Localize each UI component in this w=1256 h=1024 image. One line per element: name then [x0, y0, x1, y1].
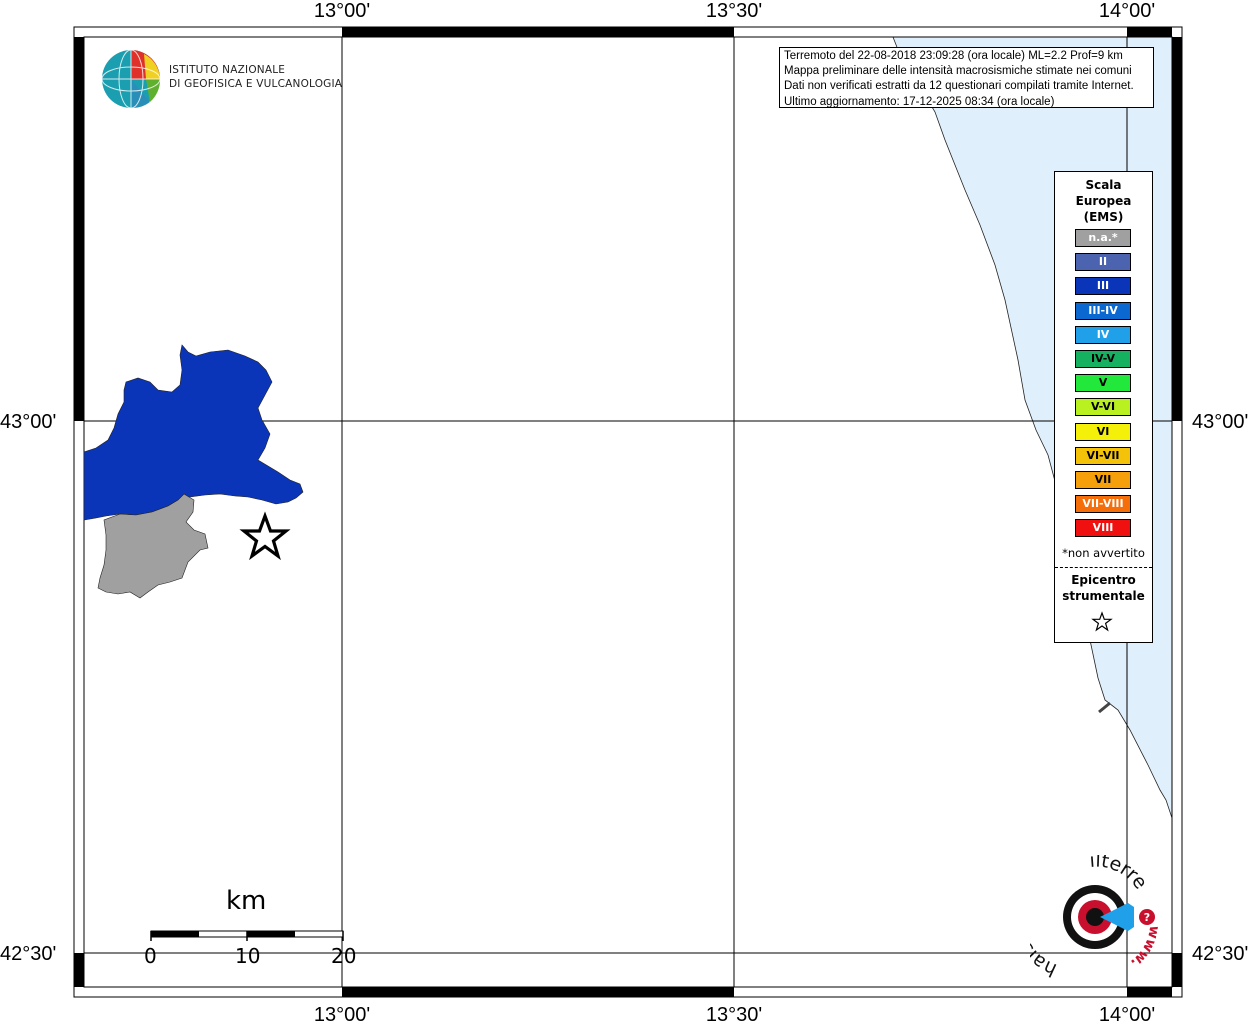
legend-item-v: V [1075, 374, 1131, 393]
legend-item-iii: III [1075, 277, 1131, 296]
event-info-line1: Terremoto del 22-08-2018 23:09:28 (ora l… [784, 50, 1123, 62]
ems-legend: Scala Europea (EMS) n.a.* II III III-IV IV IV… [1054, 171, 1153, 643]
badge-text-www: www. [1127, 924, 1162, 971]
legend-star-icon [1091, 611, 1113, 632]
ingv-globe-icon [101, 49, 161, 109]
scale-tick-20: 20 [331, 944, 357, 968]
badge-text-left: haisentito [1030, 880, 1060, 980]
ingv-logo-text: ISTITUTO NAZIONALE DI GEOFISICA E VULCAN… [169, 63, 342, 91]
lat-left-1: 43°00' [0, 411, 56, 433]
ingv-logo-line2: DI GEOFISICA E VULCANOLOGIA [169, 78, 343, 90]
legend-title-line2: Europea [1075, 194, 1132, 208]
legend-item-iii-iv: III-IV [1075, 301, 1131, 320]
scale-unit-label: km [226, 886, 267, 916]
lon-bottom-3: 14°00' [1099, 1004, 1155, 1024]
scale-tick-0: 0 [144, 944, 157, 968]
legend-item-vii-viii: VII-VIII [1075, 495, 1131, 514]
small-island [1098, 701, 1111, 714]
legend-item-vii: VII [1075, 471, 1131, 489]
lon-bottom-2: 13°30' [706, 1004, 762, 1024]
lon-top-2: 13°30' [706, 0, 762, 22]
legend-title-line3: (EMS) [1083, 210, 1124, 224]
legend-epicenter-line1: Epicentro [1071, 573, 1136, 587]
legend-item-ii: II [1075, 253, 1131, 272]
lat-right-1: 43°00' [1192, 411, 1248, 433]
legend-item-v-vi: V-VI [1075, 398, 1131, 417]
svg-text:?: ? [1144, 911, 1150, 924]
legend-item-vi: VI [1075, 422, 1131, 441]
lat-left-2: 42°30' [0, 943, 56, 965]
legend-item-iv: IV [1075, 325, 1131, 344]
municipality-intensity-iii[interactable] [83, 344, 304, 521]
legend-epicenter-line2: strumentale [1062, 589, 1145, 603]
legend-title-line1: Scala [1085, 178, 1122, 192]
lon-bottom-1: 13°00' [314, 1004, 370, 1024]
event-info-line3: Dati non verificati estratti da 12 quest… [784, 80, 1134, 93]
legend-epicenter-label: Epicentro strumentale [1055, 572, 1152, 604]
lon-top-3: 14°00' [1099, 0, 1155, 22]
legend-item-iv-v: IV-V [1075, 350, 1131, 368]
event-info-box: Terremoto del 22-08-2018 23:09:28 (ora l… [779, 47, 1154, 108]
scale-tick-10: 10 [235, 944, 261, 968]
event-info-line2: Mappa preliminare delle intensità macros… [784, 65, 1132, 78]
legend-item-n-a: n.a.* [1075, 229, 1131, 247]
legend-item-viii: VIII [1075, 519, 1131, 538]
lat-right-2: 42°30' [1192, 943, 1248, 965]
legend-divider [1055, 567, 1152, 568]
event-info-line4: Ultimo aggiornamento: 17-12-2025 08:34 (… [784, 95, 1055, 108]
lon-top-1: 13°00' [314, 0, 370, 22]
epicenter-star-icon [239, 511, 291, 561]
legend-note: *non avvertito [1062, 546, 1145, 560]
ingv-logo-line1: ISTITUTO NAZIONALE [169, 64, 286, 76]
scale-bar [150, 930, 344, 941]
legend-item-vi-vii: VI-VII [1075, 446, 1131, 465]
legend-title: Scala Europea (EMS) [1055, 177, 1152, 225]
haisentito-logo: ? haisentito ilterremoto.it www. [1030, 855, 1162, 980]
